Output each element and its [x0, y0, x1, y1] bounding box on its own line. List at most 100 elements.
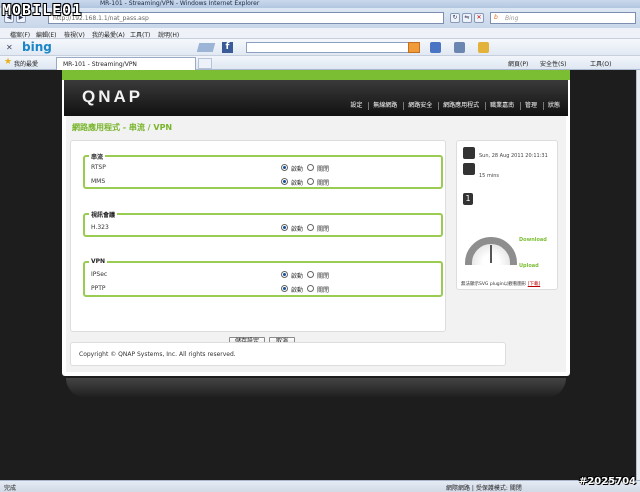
radio-enable-label: 啟動: [291, 166, 304, 173]
like-icon[interactable]: [430, 42, 441, 53]
radio-disable-label: 關閉: [317, 166, 330, 173]
row-ipsec: IPSec 啟動 關閉: [91, 270, 439, 280]
qnap-logo: QNAP: [82, 87, 144, 106]
panel-reflection: [66, 378, 566, 398]
content-area: 網路應用程式 - 串流 / VPN 串流 RTSP 啟動 關閉 MMS 啟動 關…: [66, 116, 566, 372]
compat-icon[interactable]: ⇋: [462, 13, 472, 23]
radio-disable-label: 關閉: [317, 180, 330, 187]
status-bar: 完成 網際網路 | 受保護模式: 關閉: [0, 480, 640, 492]
radio-disable[interactable]: [307, 285, 314, 292]
new-tab-button[interactable]: [198, 58, 212, 69]
radio-enable-label: 啟動: [291, 226, 304, 233]
menu-file[interactable]: 檔案(F): [10, 30, 30, 39]
search-input[interactable]: b Bing: [490, 12, 636, 24]
facebook-icon[interactable]: f: [222, 42, 233, 53]
scrollbar[interactable]: [636, 70, 640, 480]
bing-icon: b: [494, 14, 498, 21]
radio-disable-label: 關閉: [317, 273, 330, 280]
router-panel: QNAP 設定 無線網路 網路安全 網路應用程式 職業嘉南 管理 狀態 網路應用…: [62, 70, 570, 376]
menu-tools[interactable]: 工具(T): [130, 30, 150, 39]
menu-help[interactable]: 說明(H): [158, 30, 179, 39]
radio-disable[interactable]: [307, 224, 314, 231]
footer: Copyright © QNAP Systems, Inc. All right…: [70, 342, 506, 366]
main-nav: 設定 無線網路 網路安全 網路應用程式 職業嘉南 管理 狀態: [346, 102, 564, 112]
search-placeholder: Bing: [505, 15, 519, 22]
bing-logo: bing: [22, 40, 52, 54]
radio-disable[interactable]: [307, 178, 314, 185]
nav-admin[interactable]: 管理: [520, 102, 541, 110]
share-icon[interactable]: [454, 42, 465, 53]
menu-edit[interactable]: 編輯(E): [36, 30, 56, 39]
row-rtsp: RTSP 啟動 關閉: [91, 163, 439, 173]
settings-box: 串流 RTSP 啟動 關閉 MMS 啟動 關閉 視訊會議 H.323 啟動 關閉…: [70, 140, 446, 347]
refresh-icon[interactable]: ↻: [450, 13, 460, 23]
copyright: Copyright © QNAP Systems, Inc. All right…: [79, 351, 236, 358]
row-label: PPTP: [91, 285, 106, 292]
radio-disable[interactable]: [307, 164, 314, 171]
section-vpn: VPN IPSec 啟動 關閉 PPTP 啟動 關閉: [83, 258, 443, 297]
radio-enable-label: 啟動: [291, 273, 304, 280]
address-bar: ◀ ▶ http://192.168.1.1/nat_pass.asp ↻ ⇋ …: [0, 8, 640, 28]
radio-enable[interactable]: [281, 271, 288, 278]
speed-gauge: [463, 235, 519, 265]
section-video-conference: 視訊會議 H.323 啟動 關閉: [83, 210, 443, 237]
uptime-icon: [463, 163, 475, 175]
nav-item-5[interactable]: 職業嘉南: [485, 102, 518, 110]
menu-bar: 檔案(F) 編輯(E) 檢視(V) 我的最愛(A) 工具(T) 說明(H): [0, 28, 640, 39]
bing-search-input[interactable]: [246, 42, 420, 53]
sparkle-icon[interactable]: [478, 42, 489, 53]
section-title: 串流: [89, 152, 106, 161]
nav-security[interactable]: 網路安全: [403, 102, 436, 110]
search-icon[interactable]: [408, 42, 420, 53]
row-label: MMS: [91, 178, 106, 185]
nav-applications[interactable]: 網路應用程式: [438, 102, 483, 110]
row-h323: H.323 啟動 關閉: [91, 223, 439, 233]
row-pptp: PPTP 啟動 關閉: [91, 284, 439, 294]
watermark-id: #2025704: [578, 476, 636, 487]
tab-title: MR-101 - Streaming/VPN: [63, 61, 137, 68]
stop-icon[interactable]: ✕: [474, 13, 484, 23]
radio-disable-label: 關閉: [317, 226, 330, 233]
uptime: 15 mins: [479, 173, 499, 179]
router-header: QNAP 設定 無線網路 網路安全 網路應用程式 職業嘉南 管理 狀態: [64, 80, 568, 116]
row-label: H.323: [91, 224, 109, 231]
tab-current[interactable]: MR-101 - Streaming/VPN: [56, 57, 196, 70]
section-streaming: 串流 RTSP 啟動 關閉 MMS 啟動 關閉: [83, 152, 443, 189]
mail-icon[interactable]: [196, 43, 216, 52]
status-left: 完成: [4, 485, 17, 492]
row-label: RTSP: [91, 164, 106, 171]
address-input[interactable]: http://192.168.1.1/nat_pass.asp: [48, 12, 444, 24]
nav-status[interactable]: 狀態: [542, 102, 564, 110]
clock-icon: [463, 147, 475, 159]
nav-wireless[interactable]: 無線網路: [368, 102, 401, 110]
window-title: MR-101 - Streaming/VPN - Windows Interne…: [100, 0, 260, 7]
favorites-star-icon[interactable]: ★: [4, 57, 12, 67]
radio-disable-label: 關閉: [317, 287, 330, 294]
page-title: 網路應用程式 - 串流 / VPN: [72, 123, 173, 132]
menu-favorites[interactable]: 我的最愛(A): [92, 30, 125, 39]
radio-disable[interactable]: [307, 271, 314, 278]
radio-enable-label: 啟動: [291, 180, 304, 187]
status-sidebar: Sun, 28 Aug 2011 20:11:31 15 mins 1 Down…: [456, 140, 558, 290]
upload-label: Upload: [519, 263, 539, 269]
section-title: VPN: [89, 258, 108, 265]
section-title: 視訊會議: [89, 210, 118, 219]
page-menu[interactable]: 網頁(P): [508, 59, 528, 68]
nav-settings[interactable]: 設定: [346, 102, 366, 110]
datetime: Sun, 28 Aug 2011 20:11:31: [479, 153, 548, 159]
radio-enable[interactable]: [281, 164, 288, 171]
bing-toolbar: ✕ bing f: [0, 39, 640, 56]
gauge-needle: [490, 245, 492, 263]
window-titlebar: MR-101 - Streaming/VPN - Windows Interne…: [0, 0, 640, 8]
safety-menu[interactable]: 安全性(S): [540, 59, 567, 68]
radio-enable[interactable]: [281, 224, 288, 231]
tools-menu[interactable]: 工具(O): [590, 59, 611, 68]
close-icon[interactable]: ✕: [6, 43, 13, 52]
svg-download-link[interactable]: [下載]: [528, 282, 541, 287]
menu-view[interactable]: 檢視(V): [64, 30, 85, 39]
download-label: Download: [519, 237, 547, 243]
connection-count: 1: [463, 193, 473, 205]
radio-enable[interactable]: [281, 285, 288, 292]
radio-enable[interactable]: [281, 178, 288, 185]
favorites-label[interactable]: 我的最愛: [14, 59, 38, 68]
